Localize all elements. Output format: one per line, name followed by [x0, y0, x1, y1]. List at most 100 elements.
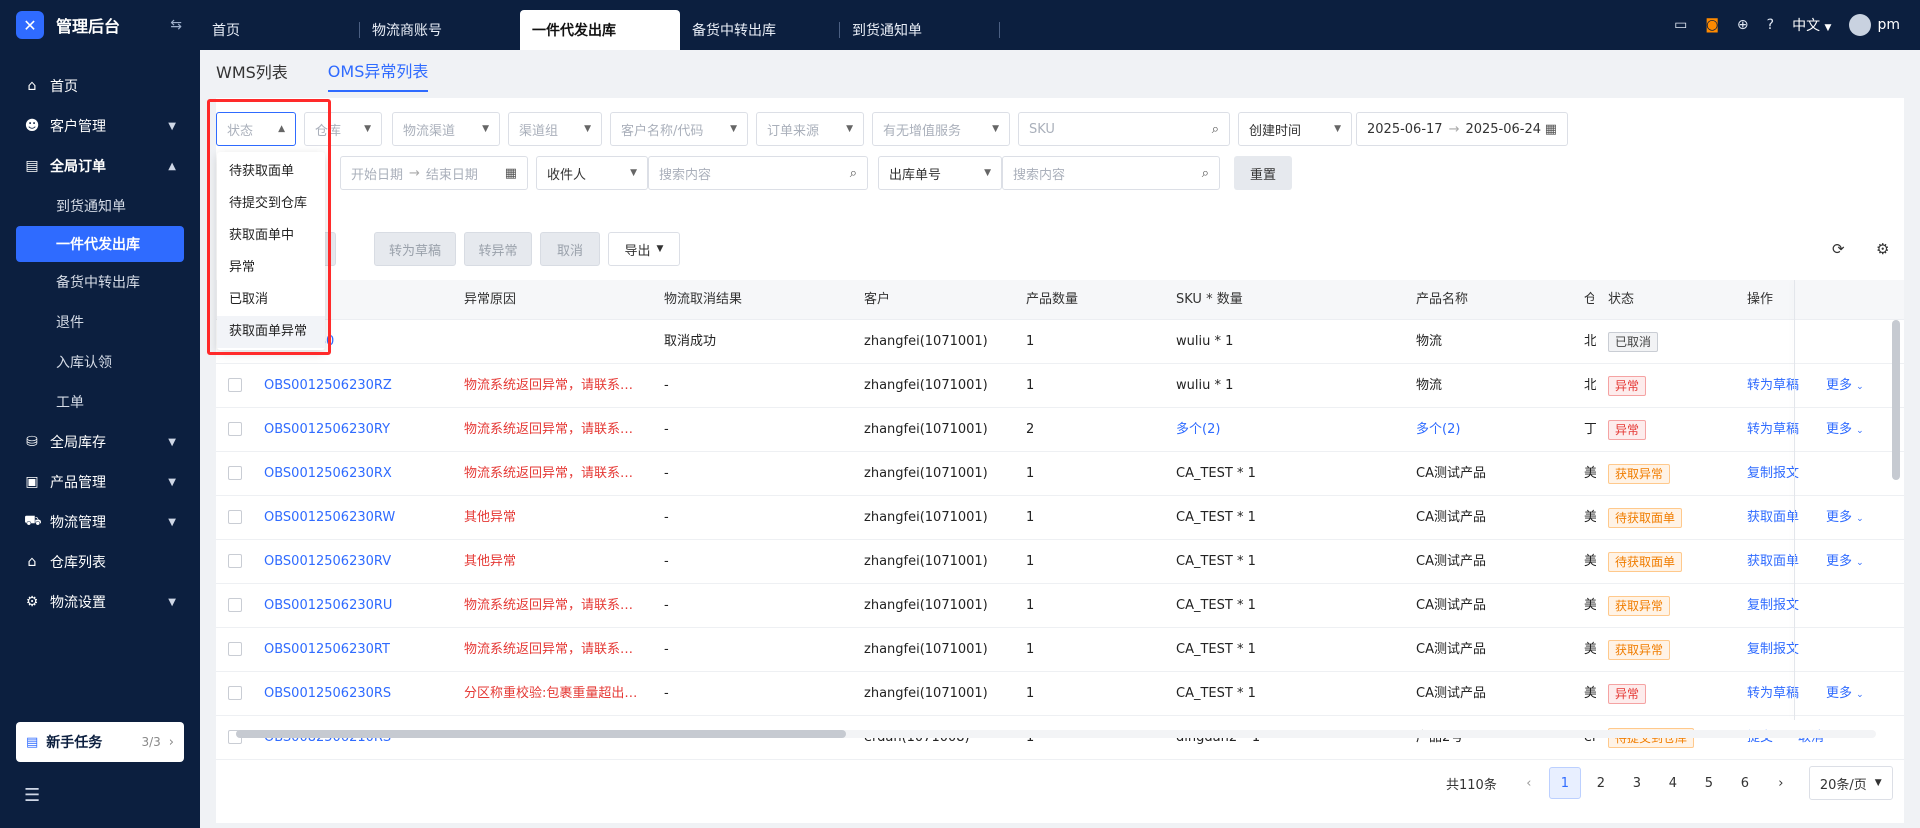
sku-quantity[interactable]: 多个(2): [1176, 408, 1220, 452]
row-checkbox[interactable]: [228, 466, 242, 480]
export-button[interactable]: 导出 ▼: [608, 232, 680, 266]
tab-carrier-account[interactable]: 物流商账号: [360, 10, 520, 50]
sidebar-item-inventory[interactable]: ⛁ 全局库存 ▼: [0, 422, 200, 462]
language-select[interactable]: 中文 ▼: [1792, 15, 1831, 35]
row-more-menu[interactable]: 更多 ⌄: [1826, 672, 1864, 716]
row-action-secondary[interactable]: 取消: [1798, 716, 1824, 760]
date-type-select[interactable]: 创建时间 ▼: [1238, 112, 1352, 146]
order-number-link[interactable]: OBS0012506230RX: [264, 452, 454, 496]
menu-toggle-icon[interactable]: ☰: [24, 785, 40, 806]
date-range-picker[interactable]: 2025-06-17 → 2025-06-24 ▦: [1356, 112, 1568, 146]
row-action-primary[interactable]: 转为草稿: [1747, 364, 1799, 408]
help-icon[interactable]: ?: [1767, 17, 1774, 33]
value-added-select[interactable]: 有无增值服务 ▼: [872, 112, 1010, 146]
sidebar-subitem-work-order[interactable]: 工单: [0, 382, 200, 422]
table-row[interactable]: OBS0012506230RY 物流系统返回异常，请联系物流商处理 - zhangfe…: [216, 408, 1904, 452]
sidebar-subitem-transfer-outbound[interactable]: 备货中转出库: [0, 262, 200, 302]
page-4-button[interactable]: 4: [1657, 767, 1689, 799]
sidebar-subitem-inbound-claim[interactable]: 入库认领: [0, 342, 200, 382]
page-size-select[interactable]: 20条/页 ▼: [1808, 766, 1893, 800]
onboarding-task-button[interactable]: ▤ 新手任务 3/3 ›: [16, 722, 184, 762]
tab-home[interactable]: 首页: [200, 10, 360, 50]
vertical-scrollbar[interactable]: [1892, 320, 1900, 620]
row-action-primary[interactable]: 复制报文: [1747, 584, 1799, 628]
order-number-link[interactable]: OBS0012506230RS: [264, 672, 454, 716]
user-menu[interactable]: pm: [1849, 14, 1900, 36]
row-checkbox[interactable]: [228, 642, 242, 656]
table-row[interactable]: ...06230S0取消成功zhangfei(1071001)1wuliu * …: [216, 320, 1904, 364]
row-action-primary[interactable]: 转为草稿: [1747, 672, 1799, 716]
row-action-primary[interactable]: 复制报文: [1747, 452, 1799, 496]
table-row[interactable]: OBS0012506230RZ 物流系统返回异常，请联系物流商处理 - zhangfe…: [216, 364, 1904, 408]
robot-icon[interactable]: ◙: [1705, 17, 1719, 33]
row-checkbox[interactable]: [228, 378, 242, 392]
customer-select[interactable]: 客户名称/代码 ▼: [610, 112, 748, 146]
row-action-primary[interactable]: 提交: [1747, 716, 1773, 760]
sidebar-item-warehouses[interactable]: ⌂ 仓库列表: [0, 542, 200, 582]
date-range-picker-2[interactable]: 开始日期 → 结束日期 ▦: [340, 156, 528, 190]
sidebar-subitem-dropship-outbound[interactable]: 一件代发出库: [16, 226, 184, 262]
row-checkbox[interactable]: [228, 554, 242, 568]
horizontal-scrollbar[interactable]: [236, 730, 1876, 738]
table-row[interactable]: OBS0082506210RS - erdan(1071008) 1 dingdan2 …: [216, 716, 1904, 760]
order-source-select[interactable]: 订单来源 ▼: [756, 112, 864, 146]
order-number-link[interactable]: OBS0012506230RW: [264, 496, 454, 540]
subtab-oms-exception-list[interactable]: OMS异常列表: [327, 50, 429, 92]
page-6-button[interactable]: 6: [1729, 767, 1761, 799]
page-1-button[interactable]: 1: [1548, 767, 1581, 799]
outbound-no-select[interactable]: 出库单号 ▼: [878, 156, 1002, 190]
scrollbar-thumb[interactable]: [1892, 320, 1900, 480]
row-action-primary[interactable]: 复制报文: [1747, 628, 1799, 672]
outbound-no-search-input[interactable]: 搜索内容 ⌕: [1002, 156, 1220, 190]
order-number-link[interactable]: OBS0012506230RU: [264, 584, 454, 628]
prev-page-button[interactable]: ‹: [1513, 767, 1545, 799]
tab-arrival-notice[interactable]: 到货通知单: [840, 10, 1000, 50]
page-3-button[interactable]: 3: [1621, 767, 1653, 799]
table-row[interactable]: OBS0012506230RT 物流系统返回异常，请联系物流商处理 - zhangfe…: [216, 628, 1904, 672]
sidebar-item-home[interactable]: ⌂ 首页: [0, 66, 200, 106]
receiver-field-select[interactable]: 收件人 ▼: [536, 156, 648, 190]
table-row[interactable]: OBS0012506230RU 物流系统返回异常，请联系物流商处理 - zhangfe…: [216, 584, 1904, 628]
next-page-button[interactable]: ›: [1765, 767, 1797, 799]
sidebar-subitem-arrival-notice[interactable]: 到货通知单: [0, 186, 200, 226]
tab-dropship-outbound[interactable]: 一件代发出库: [520, 10, 680, 50]
tab-transfer-outbound[interactable]: 备货中转出库: [680, 10, 840, 50]
cancel-button[interactable]: 取消: [540, 232, 600, 266]
table-row[interactable]: OBS0012506230RW 其他异常 - zhangfei(1071001) 1 CA…: [216, 496, 1904, 540]
row-action-primary[interactable]: 获取面单: [1747, 540, 1799, 584]
page-5-button[interactable]: 5: [1693, 767, 1725, 799]
row-more-menu[interactable]: 更多 ⌄: [1826, 496, 1864, 540]
to-exception-button[interactable]: 转异常: [464, 232, 532, 266]
scrollbar-thumb[interactable]: [236, 730, 846, 738]
row-checkbox[interactable]: [228, 510, 242, 524]
table-row[interactable]: OBS0012506230RS 分区称重校验:包裹重量超出限制 - zhangfei(…: [216, 672, 1904, 716]
sidebar-subitem-returns[interactable]: 退件: [0, 302, 200, 342]
to-draft-button[interactable]: 转为草稿: [374, 232, 456, 266]
row-action-primary[interactable]: 获取面单: [1747, 496, 1799, 540]
sku-search-input[interactable]: SKU ⌕: [1018, 112, 1230, 146]
sidebar-item-orders[interactable]: ▤ 全局订单 ▲: [0, 146, 200, 186]
column-settings-icon[interactable]: ⚙: [1876, 240, 1889, 258]
receiver-search-input[interactable]: 搜索内容 ⌕: [648, 156, 868, 190]
order-number-link[interactable]: OBS0012506230RV: [264, 540, 454, 584]
row-more-menu[interactable]: 更多 ⌄: [1826, 540, 1864, 584]
sidebar-item-customers[interactable]: ☻ 客户管理 ▼: [0, 106, 200, 146]
row-checkbox[interactable]: [228, 686, 242, 700]
download-icon[interactable]: ⊕: [1737, 17, 1749, 33]
row-action-primary[interactable]: 转为草稿: [1747, 408, 1799, 452]
sidebar-item-logistics[interactable]: ⛟ 物流管理 ▼: [0, 502, 200, 542]
inbox-icon[interactable]: ▭: [1674, 17, 1687, 33]
sidebar-item-products[interactable]: ▣ 产品管理 ▼: [0, 462, 200, 502]
subtab-wms-list[interactable]: WMS列表: [216, 50, 288, 92]
channel-group-select[interactable]: 渠道组 ▼: [508, 112, 602, 146]
table-row[interactable]: OBS0012506230RV 其他异常 - zhangfei(1071001) 1 CA…: [216, 540, 1904, 584]
collapse-sidebar-icon[interactable]: ⇆: [170, 17, 182, 33]
table-row[interactable]: OBS0012506230RX 物流系统返回异常，请联系物流商处理 - zhangfe…: [216, 452, 1904, 496]
page-2-button[interactable]: 2: [1585, 767, 1617, 799]
order-number-link[interactable]: OBS0012506230RT: [264, 628, 454, 672]
order-number-link[interactable]: OBS0082506210RS: [264, 716, 454, 760]
order-number-link[interactable]: OBS0012506230RZ: [264, 364, 454, 408]
row-checkbox[interactable]: [228, 422, 242, 436]
row-more-menu[interactable]: 更多 ⌄: [1826, 408, 1864, 452]
row-more-menu[interactable]: 更多 ⌄: [1826, 364, 1864, 408]
